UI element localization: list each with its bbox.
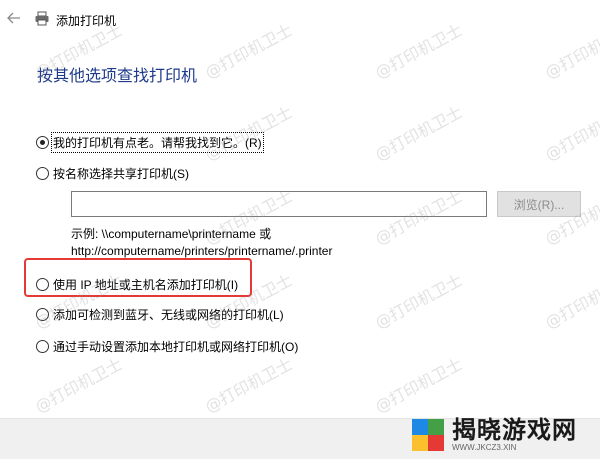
window-title: 添加打印机 [56, 14, 117, 28]
option-shared-printer[interactable]: 按名称选择共享打印机(S) [36, 165, 189, 182]
radio-button[interactable] [36, 167, 49, 180]
option-label: 添加可检测到蓝牙、无线或网络的打印机(L) [53, 308, 284, 322]
radio-button-selected[interactable] [36, 136, 49, 149]
back-button[interactable] [6, 10, 22, 26]
watermark-text: @打印机卫士 [201, 354, 296, 417]
option-label: 通过手动设置添加本地打印机或网络打印机(O) [53, 340, 299, 354]
option-manual-setup[interactable]: 通过手动设置添加本地打印机或网络打印机(O) [36, 338, 298, 355]
page-heading: 按其他选项查找打印机 [37, 68, 198, 85]
example-text: 示例: \\computername\printername 或 http://… [71, 226, 332, 260]
logo-mark-icon [410, 417, 446, 453]
back-arrow-icon [7, 12, 20, 24]
printer-icon [35, 11, 49, 26]
logo-url: WWW.JKCZ3.XIN [452, 443, 517, 452]
radio-button[interactable] [36, 308, 49, 321]
watermark-text: @打印机卫士 [371, 270, 466, 333]
option-old-printer[interactable]: 我的打印机有点老。请帮我找到它。(R) [36, 132, 264, 153]
logo-name: 揭晓游戏网 [452, 416, 577, 444]
radio-button[interactable] [36, 340, 49, 353]
shared-printer-input[interactable] [71, 191, 487, 217]
option-bluetooth-wireless[interactable]: 添加可检测到蓝牙、无线或网络的打印机(L) [36, 306, 284, 323]
watermark-text: @打印机卫士 [201, 102, 296, 165]
watermark-text: @打印机卫士 [371, 354, 466, 417]
highlight-annotation [24, 258, 252, 297]
option-label: 按名称选择共享打印机(S) [53, 167, 189, 181]
watermark-text: @打印机卫士 [541, 270, 600, 333]
watermark-text: @打印机卫士 [541, 102, 600, 165]
title-bar: 添加打印机 [0, 0, 600, 38]
example-line-1: 示例: \\computername\printername 或 [71, 227, 272, 241]
option-label: 我的打印机有点老。请帮我找到它。(R) [51, 132, 264, 153]
site-logo: 揭晓游戏网 WWW.JKCZ3.XIN [410, 413, 598, 457]
browse-button[interactable]: 浏览(R)... [497, 191, 581, 217]
watermark-text: @打印机卫士 [31, 354, 126, 417]
watermark-text: @打印机卫士 [371, 102, 466, 165]
